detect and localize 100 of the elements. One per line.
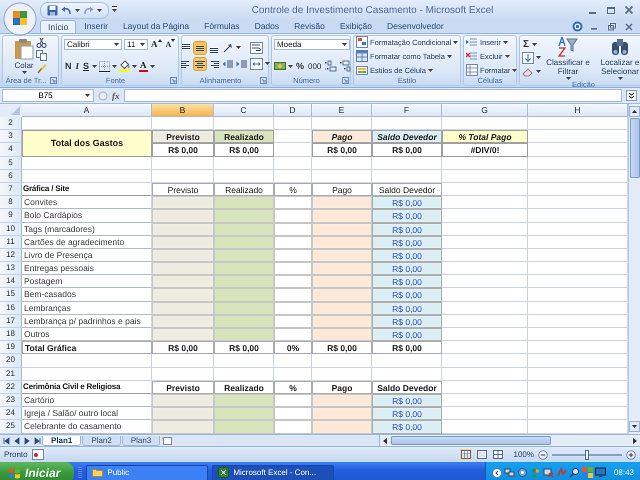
colored-squares-icon[interactable] [582,467,593,478]
merge-cells-icon[interactable] [250,58,263,70]
caret-icon[interactable] [504,54,510,58]
dialog-launcher-icon[interactable] [50,76,57,84]
row-header[interactable]: 20 [0,354,22,368]
thousands-button[interactable]: 000 [307,60,322,72]
paste-button[interactable]: Colar [14,38,34,74]
row-header[interactable]: 9 [0,209,22,222]
row-header[interactable]: 18 [0,328,22,342]
row-header[interactable]: 3 [0,130,22,144]
increase-decimal-icon[interactable] [324,60,338,72]
row-header[interactable]: 4 [0,143,22,157]
underline-button[interactable]: S [82,60,90,72]
borders-icon[interactable] [99,60,110,72]
caret-icon[interactable] [536,56,541,59]
caret-icon[interactable] [150,64,155,68]
row-header[interactable]: 2 [0,117,22,130]
row-header[interactable]: 5 [0,156,22,170]
formula-input[interactable] [124,89,622,102]
caret-icon[interactable] [342,43,347,46]
taskbar-button[interactable]: Public [86,464,208,480]
next-sheet-icon[interactable] [22,436,31,446]
fill-color-icon[interactable] [119,60,130,72]
align-center-icon[interactable] [194,58,206,70]
row-header[interactable]: 7 [0,182,22,196]
row-header[interactable]: 11 [0,236,22,249]
name-box[interactable]: B75 [2,89,94,102]
help-icon[interactable] [572,21,583,32]
dialog-launcher-icon[interactable] [342,76,349,84]
scroll-down-icon[interactable] [629,421,640,432]
column-header[interactable]: F [372,104,442,117]
page-break-view-icon[interactable] [492,449,504,460]
ribbon-tab[interactable]: Exibição [332,20,379,33]
increase-indent-icon[interactable] [236,58,248,70]
close-icon[interactable] [624,22,634,32]
caret-icon[interactable] [512,68,518,72]
row-header[interactable]: 6 [0,170,22,183]
wrap-text-icon[interactable] [250,42,263,54]
text-orientation-icon[interactable] [222,42,234,54]
zoom-in-icon[interactable] [626,450,636,460]
italic-button[interactable]: I [74,60,80,72]
scroll-up-icon[interactable] [629,106,640,117]
row-header[interactable]: 14 [0,275,22,288]
row-header[interactable]: 16 [0,302,22,315]
slider-thumb[interactable] [585,450,589,460]
column-header[interactable]: B [152,104,214,117]
row-header[interactable]: 13 [0,262,22,276]
row-header[interactable]: 12 [0,248,22,262]
font-color-button[interactable]: A [139,60,148,72]
caret-icon[interactable] [265,62,270,65]
row-header[interactable]: 24 [0,407,22,420]
caret-icon[interactable] [140,43,145,46]
caret-icon[interactable] [532,42,538,46]
caret-icon[interactable] [446,54,452,58]
scissors-icon[interactable] [36,37,47,48]
autosum-button[interactable]: Σ [522,38,530,50]
ribbon-tab[interactable]: Desenvolvedor [380,20,451,33]
row-header[interactable]: 25 [0,420,22,434]
expand-formula-icon[interactable] [626,90,637,101]
number-format-field[interactable]: Moeda [274,39,350,50]
horizontal-scrollbar[interactable] [379,435,640,446]
sheet-tab[interactable]: Plan2 [82,436,121,446]
column-header[interactable]: C [214,104,274,117]
network-icon[interactable] [504,467,515,478]
caret-icon[interactable] [453,40,458,44]
caret-icon[interactable] [566,77,570,80]
scrollbar-thumb[interactable] [391,436,551,445]
close-icon[interactable] [624,5,634,15]
fill-down-icon[interactable] [522,52,534,64]
macro-record-icon[interactable] [32,449,44,460]
column-header[interactable]: H [528,104,628,117]
ribbon-tab[interactable]: Revisão [287,20,332,33]
caret-icon[interactable] [502,40,508,44]
scrollbar-thumb[interactable] [630,118,640,178]
caret-icon[interactable] [92,64,98,68]
bold-button[interactable]: N [64,60,72,72]
row-header[interactable]: 23 [0,394,22,408]
ribbon-tab[interactable]: Inserir [77,20,115,33]
save-icon[interactable] [47,4,58,16]
network-error-icon[interactable] [542,467,554,478]
sheet-tab[interactable]: Plan3 [122,436,160,446]
caret-icon[interactable] [75,8,80,12]
row-header[interactable]: 15 [0,288,22,302]
caret-icon[interactable] [112,64,118,68]
row-header[interactable]: 17 [0,314,22,328]
decrease-decimal-icon[interactable] [339,60,352,72]
caret-icon[interactable] [114,43,119,46]
caret-icon[interactable] [428,68,433,72]
page-layout-view-icon[interactable] [476,449,488,460]
find-select-button[interactable]: Localizar e Selecionar [595,36,640,80]
restore-icon[interactable] [607,22,617,32]
caret-icon[interactable] [618,77,622,80]
normal-view-icon[interactable] [460,449,472,460]
ribbon-tab[interactable]: Dados [248,20,286,33]
search-icon[interactable] [568,467,580,478]
copy-icon[interactable] [36,50,47,61]
font-size-field[interactable]: 11 [124,39,148,50]
row-header[interactable]: 10 [0,222,22,236]
row-header[interactable]: 19 [0,341,22,354]
ribbon-tab[interactable]: Fórmulas [197,20,247,33]
